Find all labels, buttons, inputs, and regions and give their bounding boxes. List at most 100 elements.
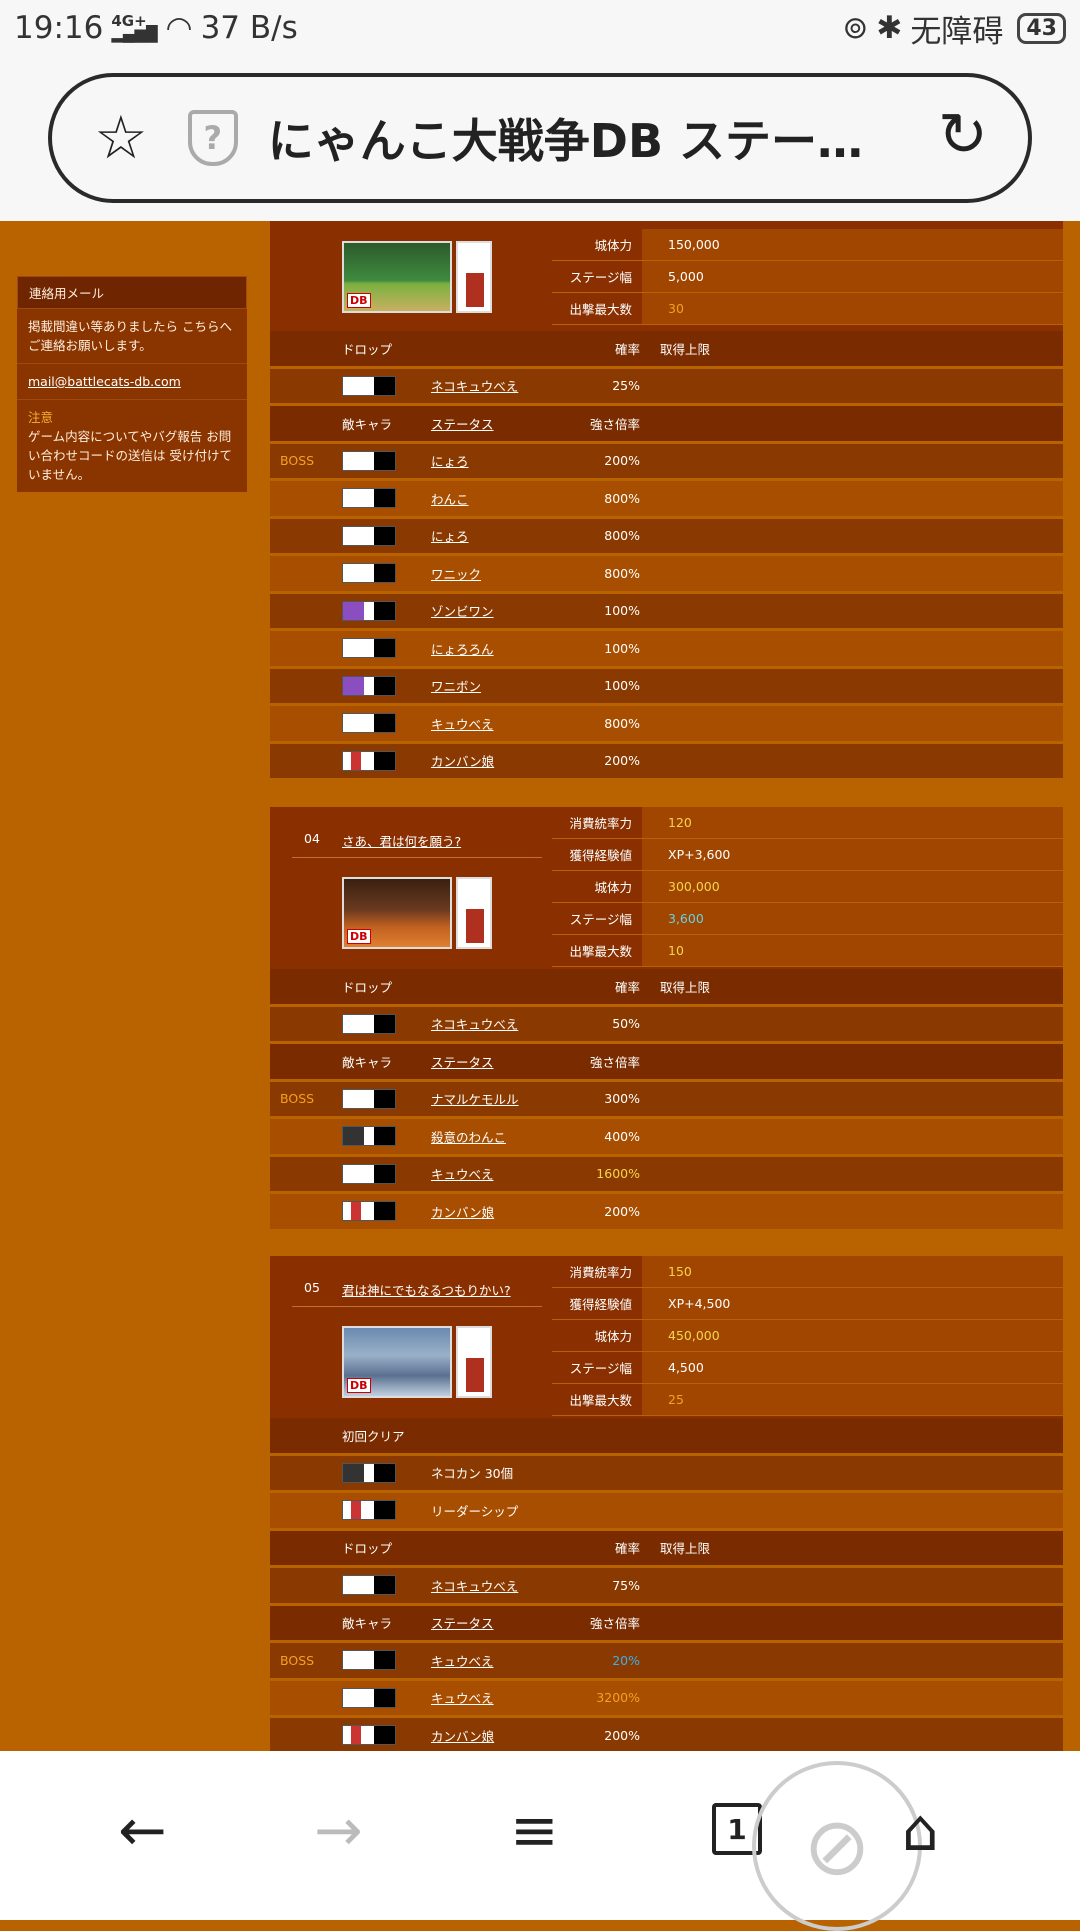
signal-icon: 4G+ ▂▄▆█ <box>111 12 158 43</box>
incognito-footprint-icon: ⊘ <box>752 1761 922 1931</box>
stage-03-block: DB 城体力 150,000 ステージ幅 5,000 出撃最大数 30 ドロップ 確率取… <box>270 221 1063 781</box>
stage-05-info: 05 君は神にでもなるつもりかい? DB 消費統率力 150 獲得経験値 XP+4,… <box>270 1256 1063 1418</box>
enemy-row: ゾンビワン 100% <box>270 593 1063 631</box>
stage-05-background-image: DB <box>342 1326 452 1398</box>
cost-row: 消費統率力 150 <box>552 1256 1063 1288</box>
enemy-link[interactable]: わんこ <box>431 489 469 508</box>
strength-multiplier: 800% <box>604 715 640 731</box>
enemy-link[interactable]: キュウべえ <box>431 714 494 733</box>
bookmark-star-icon[interactable]: ☆ <box>94 108 148 168</box>
network-speed: 37 B/s <box>200 10 298 46</box>
enemy-icon <box>342 1201 396 1222</box>
first-clear-row: ネコカン 30個 <box>270 1455 1063 1493</box>
boss-badge: BOSS <box>280 453 315 469</box>
enemy-link[interactable]: にょろろん <box>431 639 494 658</box>
reload-icon[interactable]: ↻ <box>938 105 988 165</box>
stage-04-background-image: DB <box>342 877 452 949</box>
enemy-link[interactable]: カンバン娘 <box>431 1202 494 1221</box>
notice-text: ゲーム内容についてやバグ報告 お問い合わせコードの送信は 受け付けていません。 <box>28 429 232 482</box>
enemy-link[interactable]: カンバン娘 <box>431 1726 494 1745</box>
enemy-row: 殺意のわんこ 400% <box>270 1119 1063 1157</box>
enemy-icon <box>342 1088 396 1109</box>
cat-unit-icon <box>342 375 396 396</box>
enemy-row: BOSS キュウべえ 20% <box>270 1643 1063 1681</box>
email-link[interactable]: mail@battlecats-db.com <box>28 374 181 389</box>
enemy-icon <box>342 1725 396 1746</box>
castle-hp-row: 城体力 300,000 <box>552 871 1063 903</box>
reward-icon <box>342 1500 396 1521</box>
strength-multiplier: 3200% <box>596 1690 640 1706</box>
boss-badge: BOSS <box>280 1091 315 1107</box>
stage-number: 04 <box>304 831 320 846</box>
enemy-link[interactable]: ナマルケモルル <box>431 1089 519 1108</box>
back-icon[interactable]: ← <box>118 1801 167 1859</box>
web-page: 連絡用メール 掲載間違い等ありましたら こちらへご連絡お願いします。 mail@… <box>0 221 1080 1751</box>
home-icon[interactable]: ⌂ <box>902 1801 939 1859</box>
enemy-link[interactable]: にょろ <box>431 526 469 545</box>
enemy-link[interactable]: カンバン娘 <box>431 751 494 770</box>
enemy-link[interactable]: キュウべえ <box>431 1164 494 1183</box>
drop-link[interactable]: ネコキュウべえ <box>431 376 518 395</box>
strength-multiplier: 800% <box>604 528 640 544</box>
enemy-link[interactable]: ワニック <box>431 564 481 583</box>
forward-icon[interactable]: → <box>314 1801 363 1859</box>
enemy-icon <box>342 488 396 509</box>
page-title[interactable]: にゃんこ大戦争DB ステー… <box>268 105 868 171</box>
enemy-link[interactable]: キュウべえ <box>431 1651 494 1670</box>
stage-03-info: DB 城体力 150,000 ステージ幅 5,000 出撃最大数 30 <box>270 221 1063 331</box>
enemy-row: ワニボン 100% <box>270 668 1063 706</box>
strength-multiplier: 200% <box>604 1203 640 1219</box>
enemy-link[interactable]: ゾンビワン <box>431 601 494 620</box>
strength-multiplier: 100% <box>604 640 640 656</box>
status-link[interactable]: ステータス <box>431 1613 494 1632</box>
drop-header: ドロップ 確率 取得上限 <box>270 1530 1063 1568</box>
menu-icon[interactable]: ≡ <box>510 1801 559 1859</box>
cat-unit-icon <box>342 1575 396 1596</box>
bluetooth-icon: ✱ <box>876 10 903 46</box>
enemy-link[interactable]: ワニボン <box>431 676 481 695</box>
enemy-header: 敵キャラ ステータス 強さ倍率 <box>270 1044 1063 1082</box>
strength-multiplier: 400% <box>604 1128 640 1144</box>
strength-multiplier: 200% <box>604 453 640 469</box>
enemy-icon <box>342 1650 396 1671</box>
enemy-link[interactable]: キュウべえ <box>431 1688 494 1707</box>
enemy-row: カンバン娘 200% <box>270 1718 1063 1751</box>
status-link[interactable]: ステータス <box>431 1052 494 1071</box>
stage-05-block: 05 君は神にでもなるつもりかい? DB 消費統率力 150 獲得経験値 XP+4,… <box>270 1256 1063 1751</box>
contact-text: 掲載間違い等ありましたら こちらへご連絡お願いします。 <box>17 309 247 364</box>
contact-heading: 連絡用メール <box>17 276 247 309</box>
reward-icon <box>342 1462 396 1483</box>
enemy-row: ワニック 800% <box>270 556 1063 594</box>
clock: 19:16 <box>14 10 104 46</box>
enemy-header: 敵キャラ ステータス 強さ倍率 <box>270 406 1063 444</box>
stage-05-enemy-list: BOSS キュウべえ 20% キュウべえ 3200% カンバン娘 200% <box>270 1643 1063 1751</box>
first-clear-header: 初回クリア <box>270 1418 1063 1456</box>
browser-toolbar: ☆ ? にゃんこ大戦争DB ステー… ↻ <box>0 56 1080 221</box>
strength-multiplier: 200% <box>604 753 640 769</box>
enemy-link[interactable]: にょろ <box>431 451 469 470</box>
stage-03-enemy-list: BOSS にょろ 200% わんこ 800% にょろ 800% ワニック 800% ゾンビワン 10… <box>270 443 1063 781</box>
enemy-icon <box>342 600 396 621</box>
strength-multiplier: 800% <box>604 490 640 506</box>
status-link[interactable]: ステータス <box>431 414 494 433</box>
drop-row: ネコキュウべえ 50% <box>270 1006 1063 1044</box>
enemy-link[interactable]: 殺意のわんこ <box>431 1127 506 1146</box>
strength-multiplier: 100% <box>604 603 640 619</box>
enemy-icon <box>342 675 396 696</box>
cat-unit-icon <box>342 1013 396 1034</box>
enemy-icon <box>342 1687 396 1708</box>
strength-multiplier: 200% <box>604 1727 640 1743</box>
enemy-row: カンバン娘 200% <box>270 1194 1063 1232</box>
stage-name-link[interactable]: 君は神にでもなるつもりかい? <box>342 1280 511 1299</box>
site-security-icon[interactable]: ? <box>187 110 238 166</box>
lock-icon: ⊚ <box>842 10 869 46</box>
strength-multiplier: 1600% <box>596 1166 640 1182</box>
stage-03-castle-image <box>456 241 492 313</box>
enemy-row: にょろ 800% <box>270 518 1063 556</box>
browser-navigation-bar: ← → ≡ 1 ⊘ ⌂ <box>0 1751 1080 1931</box>
max-units-row: 出撃最大数 10 <box>552 935 1063 967</box>
stage-name-link[interactable]: さあ、君は何を願う? <box>342 831 461 850</box>
drop-link[interactable]: ネコキュウべえ <box>431 1576 518 1595</box>
drop-link[interactable]: ネコキュウべえ <box>431 1014 518 1033</box>
address-bar[interactable]: ☆ ? にゃんこ大戦争DB ステー… ↻ <box>48 73 1032 203</box>
